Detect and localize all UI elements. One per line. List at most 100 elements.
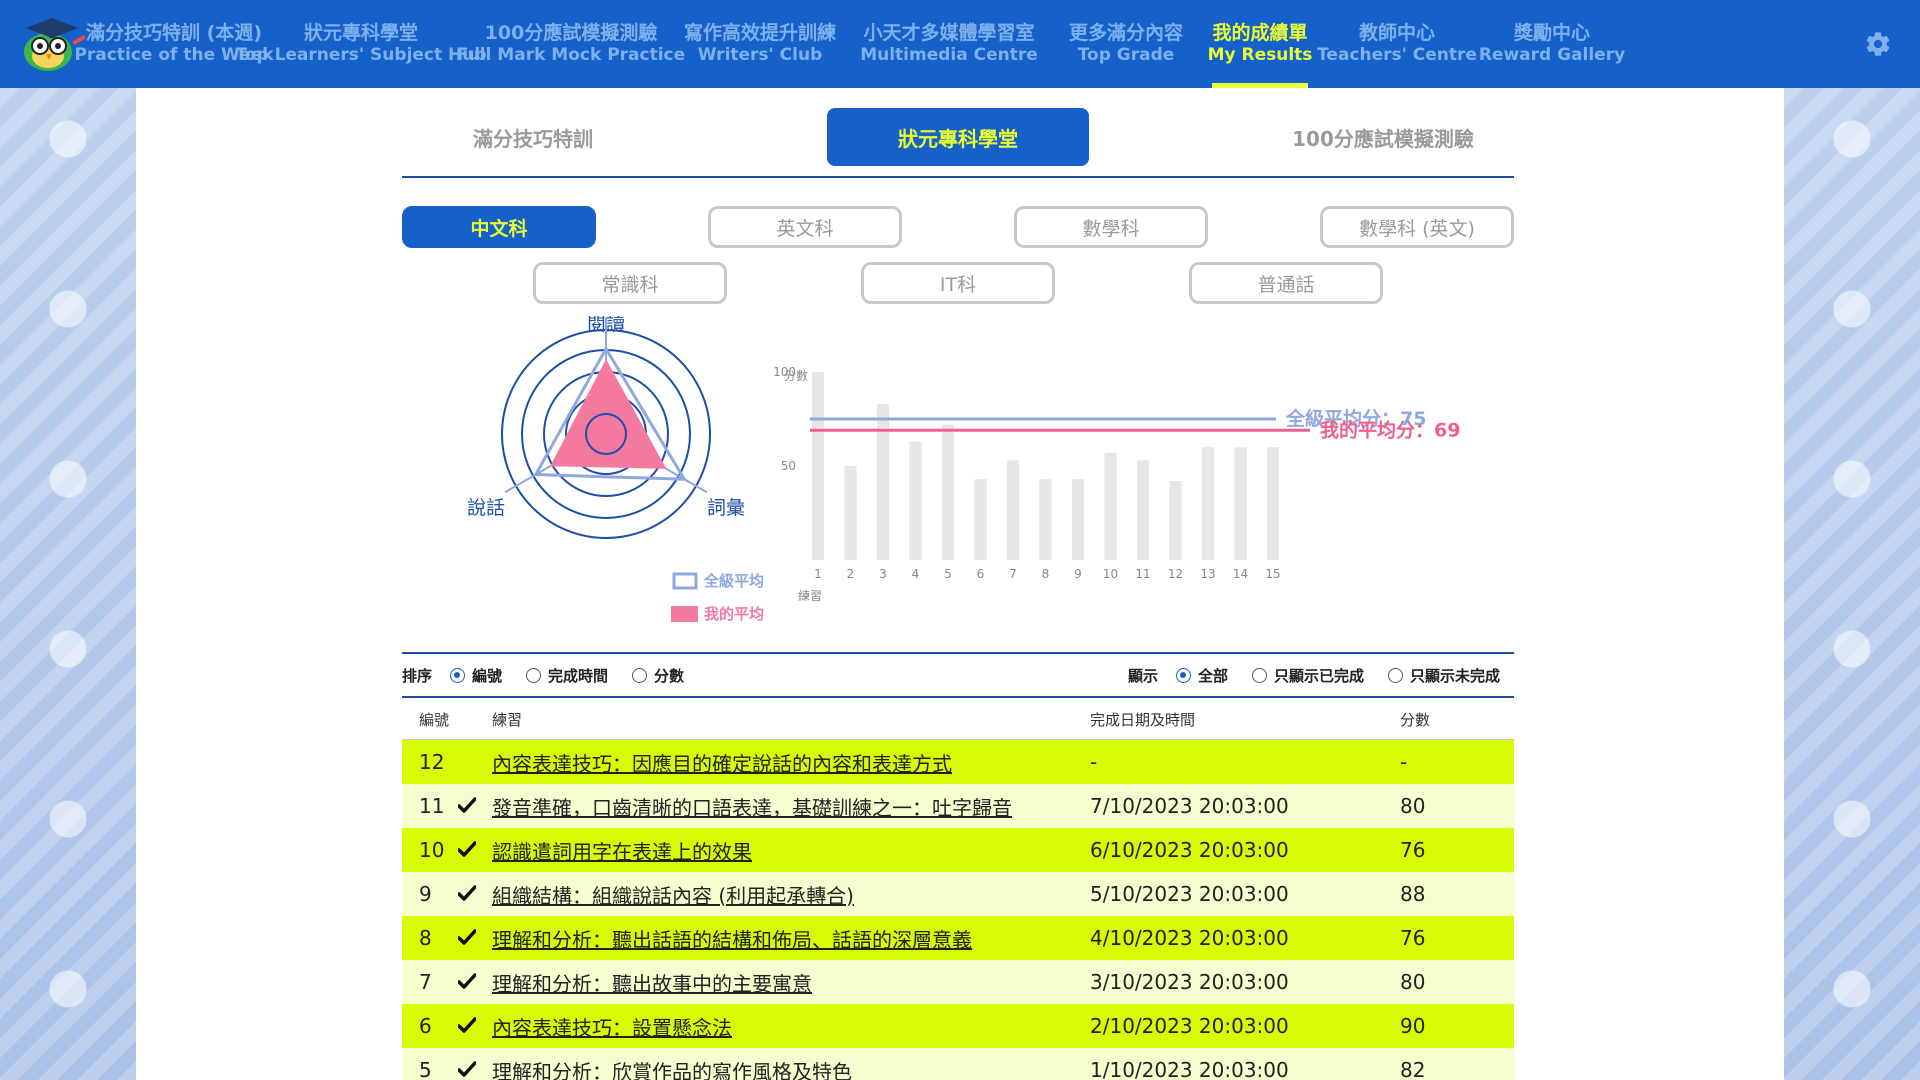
row-number: 12 (419, 750, 445, 774)
x-tick-label: 5 (944, 567, 952, 581)
table-row[interactable]: 7 理解和分析：聽出故事中的主要寓意 3/10/2023 20:03:00 80 (402, 960, 1514, 1004)
radio-icon[interactable] (1175, 667, 1191, 683)
nav-item-8[interactable]: 獎勵中心 Reward Gallery (1472, 0, 1632, 88)
nav-item-7[interactable]: 教師中心 Teachers' Centre (1317, 0, 1477, 88)
results-table: 編號 練習 完成日期及時間 分數 12 內容表達技巧：因應目的確定說話的內容和表達… (402, 700, 1514, 1080)
checkmark-icon (457, 929, 477, 945)
nav-item-2[interactable]: 100分應試模擬測驗 Full Mark Mock Practice (457, 0, 685, 88)
radar-chart: 閱讀詞彙 說話全級平均我的平均 (467, 316, 764, 623)
sort-option-1[interactable]: 完成時間 (526, 665, 608, 686)
main-tab-1[interactable]: 狀元專科學堂 (827, 108, 1089, 166)
subject-tab-subjects_row1-3[interactable]: 數學科 (英文) (1320, 206, 1514, 248)
header-no[interactable]: 編號 (402, 709, 458, 730)
row-score: 76 (1400, 838, 1426, 862)
row-score: 90 (1400, 1014, 1426, 1038)
show-option-label: 只顯示已完成 (1273, 666, 1364, 685)
nav-item-1[interactable]: 狀元專科學堂 Top Learners' Subject Hub (235, 0, 486, 88)
exercise-link[interactable]: 理解和分析：欣賞作品的寫作風格及特色 (492, 1060, 852, 1080)
top-navigation: 滿分技巧特訓 (本週) Practice of the Week 狀元專科學堂 Top… (0, 0, 1920, 88)
nav-item-en: Top Learners' Subject Hub (235, 45, 487, 65)
header-score[interactable]: 分數 (1400, 709, 1500, 730)
exercise-link[interactable]: 發音準確，口齒清晰的口語表達，基礎訓練之一：吐字歸音 (492, 796, 1012, 820)
table-row[interactable]: 8 理解和分析：聽出話語的結構和佈局、話語的深層意義 4/10/2023 20:03… (402, 916, 1514, 960)
x-tick-label: 14 (1233, 567, 1248, 581)
show-option-1[interactable]: 只顯示已完成 (1251, 665, 1364, 686)
bar-2 (844, 466, 857, 560)
radio-icon[interactable] (1251, 667, 1267, 683)
check-cell (457, 794, 480, 818)
row-score: 80 (1400, 794, 1426, 818)
reference-label-1: 我的平均分：69 (1320, 418, 1460, 441)
show-option-0[interactable]: 全部 (1175, 665, 1228, 686)
radar-axis-label: 詞彙 (707, 497, 745, 519)
legend-mine-swatch (671, 606, 698, 622)
exercise-link[interactable]: 理解和分析：聽出故事中的主要寓意 (492, 972, 812, 996)
radio-icon[interactable] (1387, 667, 1403, 683)
x-tick-label: 4 (912, 567, 920, 581)
exercise-link[interactable]: 認識遣詞用字在表達上的效果 (492, 840, 752, 864)
sort-option-2[interactable]: 分數 (632, 665, 684, 686)
subject-tab-subjects_row1-2[interactable]: 數學科 (1014, 206, 1208, 248)
sort-option-0[interactable]: 編號 (450, 665, 502, 686)
radio-icon[interactable] (450, 667, 466, 683)
subject-tab-subjects_row2-1[interactable]: IT科 (861, 262, 1055, 304)
row-date: 6/10/2023 20:03:00 (1090, 838, 1289, 862)
main-tabs: 滿分技巧特訓 狀元專科學堂 100分應試模擬測驗 (402, 108, 1514, 178)
main-tab-2[interactable]: 100分應試模擬測驗 (1252, 108, 1514, 166)
row-title-cell: 認識遣詞用字在表達上的效果 (480, 836, 1090, 865)
table-row[interactable]: 10 認識遣詞用字在表達上的效果 6/10/2023 20:03:00 76 (402, 828, 1514, 872)
nav-items: 滿分技巧特訓 (本週) Practice of the Week 狀元專科學堂 Top… (74, 0, 1632, 88)
bar-8 (1039, 479, 1052, 560)
header-date[interactable]: 完成日期及時間 (1090, 709, 1400, 730)
sort-option-label: 分數 (654, 666, 685, 685)
y-tick-label: 100 (773, 365, 796, 379)
nav-item-en: My Results (1207, 45, 1313, 65)
bar-13 (1202, 447, 1214, 560)
nav-item-6[interactable]: 我的成績單 My Results (1198, 0, 1322, 88)
bar-12 (1169, 481, 1182, 560)
bar-11 (1137, 460, 1149, 560)
subject-tab-subjects_row1-1[interactable]: 英文科 (708, 206, 902, 248)
subject-tab-subjects_row2-0[interactable]: 常識科 (533, 262, 727, 304)
bar-15 (1267, 447, 1279, 560)
main-tab-0[interactable]: 滿分技巧特訓 (402, 108, 664, 166)
exercise-link[interactable]: 內容表達技巧：設置懸念法 (492, 1016, 732, 1040)
row-score: 80 (1400, 970, 1426, 994)
row-number: 9 (419, 882, 432, 906)
row-date: 7/10/2023 20:03:00 (1090, 794, 1289, 818)
subject-tab-subjects_row1-0[interactable]: 中文科 (402, 206, 596, 248)
x-tick-label: 6 (977, 567, 985, 581)
radio-icon[interactable] (632, 667, 648, 683)
bar-4 (909, 441, 922, 560)
row-score: - (1400, 750, 1408, 774)
nav-item-3[interactable]: 寫作高效提升訓練 Writers' Club (676, 0, 844, 88)
x-tick-label: 8 (1042, 567, 1050, 581)
radio-icon[interactable] (526, 667, 542, 683)
row-date: - (1090, 750, 1098, 774)
row-score: 82 (1400, 1058, 1426, 1080)
row-date: 3/10/2023 20:03:00 (1090, 970, 1289, 994)
table-row[interactable]: 11 發音準確，口齒清晰的口語表達，基礎訓練之一：吐字歸音 7/10/2023 20… (402, 784, 1514, 828)
header-title[interactable]: 練習 (480, 709, 1090, 730)
sort-option-label: 完成時間 (548, 666, 609, 685)
show-option-2[interactable]: 只顯示未完成 (1387, 665, 1500, 686)
nav-item-5[interactable]: 更多滿分內容 Top Grade (1054, 0, 1198, 88)
subject-tab-subjects_row2-2[interactable]: 普通話 (1189, 262, 1383, 304)
table-row[interactable]: 9 組織結構：組織說話內容 (利用起承轉合) 5/10/2023 20:03:00 8… (402, 872, 1514, 916)
gear-icon[interactable] (1864, 30, 1892, 58)
table-row[interactable]: 6 內容表達技巧：設置懸念法 2/10/2023 20:03:00 90 (402, 1004, 1514, 1048)
exercise-link[interactable]: 組織結構：組織說話內容 (利用起承轉合) (492, 884, 854, 908)
checkmark-icon (457, 885, 477, 901)
x-tick-label: 9 (1074, 567, 1082, 581)
exercise-link[interactable]: 內容表達技巧：因應目的確定說話的內容和表達方式 (492, 752, 952, 776)
x-tick-label: 1 (814, 567, 822, 581)
bar-5 (942, 424, 954, 560)
sort-option-label: 編號 (472, 666, 503, 685)
exercise-link[interactable]: 理解和分析：聽出話語的結構和佈局、話語的深層意義 (492, 928, 972, 952)
table-row[interactable]: 12 內容表達技巧：因應目的確定說話的內容和表達方式 - - (402, 740, 1514, 784)
nav-item-0[interactable]: 滿分技巧特訓 (本週) Practice of the Week (74, 0, 273, 88)
x-axis-label: 練習 (798, 589, 822, 603)
nav-item-zh: 100分應試模擬測驗 (484, 22, 658, 44)
nav-item-4[interactable]: 小天才多媒體學習室 Multimedia Centre (844, 0, 1054, 88)
table-row[interactable]: 5 理解和分析：欣賞作品的寫作風格及特色 1/10/2023 20:03:00 82 (402, 1048, 1514, 1080)
